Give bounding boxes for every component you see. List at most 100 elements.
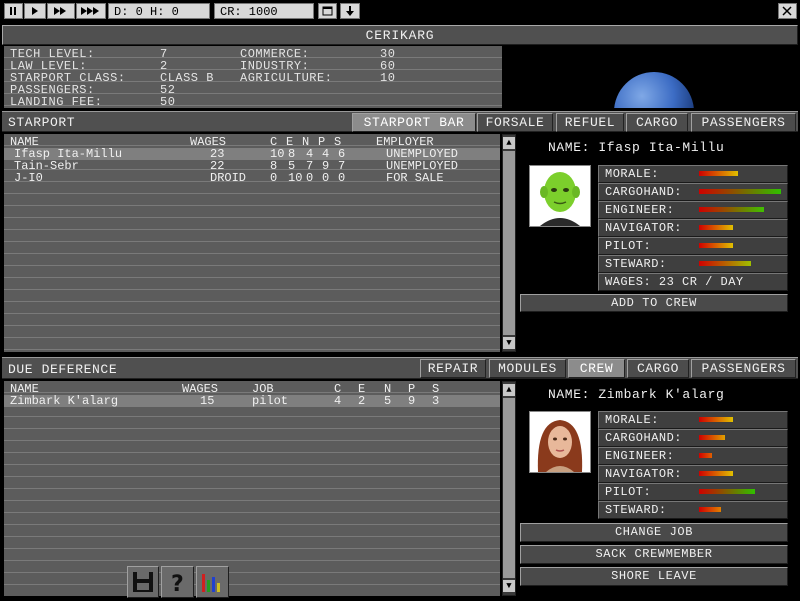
starport-crew-portrait [529, 165, 591, 227]
skill-row: STEWARD: [598, 255, 788, 273]
starport-title: STARPORT [8, 115, 76, 130]
alien-portrait-icon [530, 166, 590, 226]
skill-level-bar [699, 453, 712, 458]
sack-crewmember-button[interactable]: SACK CREWMEMBER [520, 545, 788, 564]
play-icon [32, 7, 38, 15]
table-cell-s: 3 [432, 394, 440, 408]
skill-label: NAVIGATOR: [605, 467, 683, 481]
skill-row: ENGINEER: [598, 201, 788, 219]
skill-label: CARGOHAND: [605, 431, 683, 445]
table-cell-wages: 15 [200, 394, 215, 408]
table-cell-n: 0 [306, 171, 314, 185]
download-arrow-icon [346, 6, 354, 16]
help-button[interactable]: ? [161, 566, 194, 598]
skill-level-bar [699, 435, 725, 440]
skill-level-bar [699, 507, 721, 512]
tab-ship-cargo[interactable]: CARGO [627, 359, 689, 378]
table-cell-p: 9 [408, 394, 416, 408]
skill-row: CARGOHAND: [598, 183, 788, 201]
pause-button[interactable] [4, 3, 23, 19]
shore-leave-button[interactable]: SHORE LEAVE [520, 567, 788, 586]
fastest-forward-button[interactable] [76, 3, 106, 19]
table-row[interactable]: J-I0 DROID 0 10 0 0 0 FOR SALE [4, 172, 500, 184]
planet-view [504, 46, 798, 108]
skill-level-bar [699, 489, 755, 494]
skill-row: MORALE: [598, 165, 788, 183]
planet-image [614, 72, 694, 108]
scroll-up-icon[interactable]: ▲ [503, 384, 515, 396]
fast-forward-button[interactable] [47, 3, 75, 19]
tab-ship-passengers[interactable]: PASSENGERS [691, 359, 796, 378]
table-cell-name: Zimbark K'alarg [10, 394, 119, 408]
fastest-forward-icon [81, 7, 99, 15]
close-button[interactable] [778, 3, 797, 19]
tab-refuel[interactable]: REFUEL [556, 113, 624, 132]
tab-forsale[interactable]: FORSALE [477, 113, 553, 132]
scroll-up-icon[interactable]: ▲ [503, 137, 515, 149]
scroll-down-icon[interactable]: ▼ [503, 580, 515, 592]
skill-row: CARGOHAND: [598, 429, 788, 447]
table-cell-job: pilot [252, 394, 289, 408]
planet-title-bar: CERIKARG [2, 25, 798, 45]
add-to-crew-button[interactable]: ADD TO CREW [520, 294, 788, 312]
play-button[interactable] [24, 3, 46, 19]
download-button[interactable] [340, 3, 360, 19]
skill-row: NAVIGATOR: [598, 465, 788, 483]
save-button[interactable] [127, 566, 159, 598]
table-cell-c: 0 [270, 171, 278, 185]
table-cell-wages: DROID [210, 171, 247, 185]
starport-wages-row: WAGES: 23 CR / DAY [598, 273, 788, 291]
ship-selected-name: NAME: Zimbark K'alarg [548, 387, 725, 402]
starport-selected-name: NAME: Ifasp Ita-Millu [548, 140, 725, 155]
scroll-thumb[interactable] [503, 398, 515, 578]
skill-label: MORALE: [605, 167, 659, 181]
skill-row: PILOT: [598, 483, 788, 501]
tab-cargo[interactable]: CARGO [626, 113, 688, 132]
table-row[interactable]: Zimbark K'alarg 15 pilot 4 2 5 9 3 [4, 395, 500, 407]
skill-level-bar [699, 225, 733, 230]
table-cell-p: 0 [322, 171, 330, 185]
ship-crew-portrait [529, 411, 591, 473]
skill-label: STEWARD: [605, 257, 667, 271]
date-time-display: D: 0 H: 0 [108, 3, 210, 19]
top-toolbar: D: 0 H: 0 CR: 1000 [0, 0, 800, 22]
table-cell-e: 2 [358, 394, 366, 408]
date-time-text: D: 0 H: 0 [114, 5, 179, 19]
skill-level-bar [699, 417, 733, 422]
table-cell-e: 10 [288, 171, 303, 185]
table-cell-s: 0 [338, 171, 346, 185]
skill-label: PILOT: [605, 485, 652, 499]
skill-level-bar [699, 189, 781, 194]
skill-label: ENGINEER: [605, 203, 675, 217]
scroll-down-icon[interactable]: ▼ [503, 337, 515, 349]
tab-starport-bar[interactable]: STARPORT BAR [352, 113, 476, 132]
skill-label: PILOT: [605, 239, 652, 253]
scroll-thumb[interactable] [503, 151, 515, 335]
stat-label: AGRICULTURE: [240, 71, 333, 85]
ship-scrollbar[interactable]: ▲ ▼ [502, 381, 516, 596]
tab-modules[interactable]: MODULES [489, 359, 566, 378]
skill-row: ENGINEER: [598, 447, 788, 465]
skill-label: MORALE: [605, 413, 659, 427]
skill-level-bar [699, 471, 733, 476]
table-cell-employer: FOR SALE [386, 171, 444, 185]
credits-display: CR: 1000 [214, 3, 314, 19]
starport-wages-text: WAGES: 23 CR / DAY [605, 275, 744, 289]
skill-label: NAVIGATOR: [605, 221, 683, 235]
skill-level-bar [699, 243, 733, 248]
ship-name: DUE DEFERENCE [8, 362, 118, 377]
tab-crew[interactable]: CREW [568, 359, 625, 378]
tab-repair[interactable]: REPAIR [420, 359, 486, 378]
ship-crew-list: NAME WAGES JOB C E N P S Zimbark K'alarg… [4, 381, 500, 596]
planet-stats-panel: TECH LEVEL: 7 LAW LEVEL: 2 STARPORT CLASS: CL… [4, 46, 502, 108]
credits-text: CR: 1000 [220, 5, 278, 19]
table-cell-name: J-I0 [14, 171, 43, 185]
change-job-button[interactable]: CHANGE JOB [520, 523, 788, 542]
stats-button[interactable] [196, 566, 229, 598]
starport-scrollbar[interactable]: ▲ ▼ [502, 134, 516, 352]
tab-passengers[interactable]: PASSENGERS [691, 113, 796, 132]
table-cell-c: 4 [334, 394, 342, 408]
window-button[interactable] [318, 3, 337, 19]
skill-level-bar [699, 207, 764, 212]
skill-row: NAVIGATOR: [598, 219, 788, 237]
